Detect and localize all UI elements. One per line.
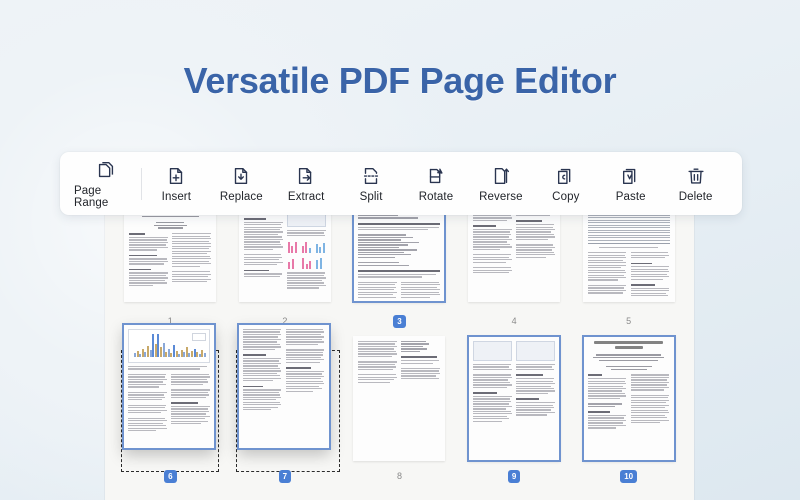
page-number: 7 [278, 470, 292, 483]
page-sheet[interactable] [238, 200, 331, 302]
pages-grid: 1 2 3 4 5 6 7 8 9 10 [105, 186, 694, 500]
page-number: 6 [164, 470, 177, 483]
page-sheet[interactable] [352, 199, 447, 303]
page-sheet[interactable] [124, 200, 217, 302]
page-plus-icon [165, 165, 187, 187]
page-number: 4 [511, 316, 517, 326]
page-title: Versatile PDF Page Editor [183, 60, 617, 101]
page-reverse-icon [490, 165, 512, 187]
toolbar-button-paste[interactable]: Paste [598, 165, 663, 203]
toolbar-button-extract[interactable]: Extract [274, 165, 339, 203]
page-number: 10 [620, 470, 638, 483]
page-arrow-right-icon [295, 165, 317, 187]
toolbar-button-insert[interactable]: Insert [144, 165, 209, 203]
toolbar-label: Rotate [418, 190, 454, 203]
page-sheet[interactable] [467, 335, 562, 462]
page-sheet[interactable] [122, 323, 216, 450]
toolbar-label: Replace [219, 190, 263, 203]
toolbar-label: Reverse [479, 190, 523, 203]
page-sheet[interactable] [582, 200, 675, 302]
pages-row-1: 1 2 3 4 5 [113, 199, 686, 328]
stacked-pages-icon [95, 159, 117, 181]
toolbar-button-page-range[interactable]: Page Range [74, 159, 139, 209]
page-thumbnail-9[interactable]: 9 [459, 335, 570, 486]
color-figure [287, 240, 326, 254]
pages-row-2: 6 7 8 9 10 [113, 323, 686, 486]
page-sheet[interactable] [353, 336, 446, 461]
page-thumbnail-6[interactable]: 6 [115, 323, 226, 486]
editor-toolbar[interactable]: Page Range Insert Replace Extract Split … [60, 152, 742, 215]
page-thumbnail-3[interactable]: 3 [344, 199, 455, 328]
toolbar-label: Extract [287, 190, 325, 203]
trash-icon [685, 165, 707, 187]
page-thumbnail-4[interactable]: 4 [459, 200, 570, 328]
page-number: 3 [393, 315, 406, 328]
page-thumbnail-5[interactable]: 5 [573, 200, 684, 328]
toolbar-label: Copy [552, 190, 580, 203]
page-thumbnail-8[interactable]: 8 [344, 336, 455, 486]
page-rotate-icon [425, 165, 447, 187]
page-thumbnail-1[interactable]: 1 [115, 200, 226, 328]
toolbar-button-replace[interactable]: Replace [209, 165, 274, 203]
page-replace-icon [230, 165, 252, 187]
pages-panel[interactable]: 1 2 3 4 5 6 7 8 9 10 [105, 186, 694, 500]
toolbar-label: Paste [615, 190, 646, 203]
bar-chart-figure [128, 329, 210, 363]
toolbar-divider [140, 167, 142, 200]
toolbar-button-reverse[interactable]: Reverse [468, 165, 533, 203]
page-number: 5 [626, 316, 632, 326]
page-number: 8 [396, 471, 402, 481]
toolbar-button-copy[interactable]: Copy [533, 165, 598, 203]
page-dashed-split-icon [360, 165, 382, 187]
page-thumbnail-7[interactable]: 7 [230, 323, 341, 486]
page-thumbnail-10[interactable]: 10 [573, 335, 684, 486]
toolbar-button-delete[interactable]: Delete [663, 165, 728, 203]
page-copy-c-icon [555, 165, 577, 187]
page-thumbnail-2[interactable]: 2 [230, 200, 341, 328]
toolbar-label: Split [359, 190, 383, 203]
page-number: 9 [507, 470, 521, 483]
page-sheet[interactable] [581, 335, 676, 462]
toolbar-label: Delete [678, 190, 713, 203]
toolbar-label: Page Range [74, 184, 109, 209]
page-sheet[interactable] [468, 200, 561, 302]
page-paste-v-icon [620, 165, 642, 187]
toolbar-label: Insert [161, 190, 192, 203]
toolbar-button-rotate[interactable]: Rotate [404, 165, 469, 203]
toolbar-button-split[interactable]: Split [339, 165, 404, 203]
color-figure [287, 256, 326, 270]
page-sheet[interactable] [236, 323, 331, 450]
